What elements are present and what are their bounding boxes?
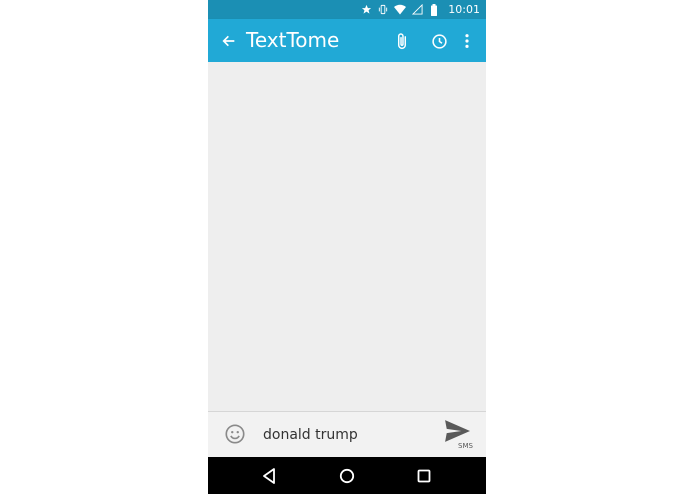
back-button[interactable] bbox=[218, 30, 240, 52]
arrow-left-icon bbox=[222, 35, 235, 47]
send-icon bbox=[445, 420, 470, 442]
recents-square-icon bbox=[417, 469, 431, 483]
paperclip-icon bbox=[397, 33, 407, 50]
nav-back-button[interactable] bbox=[258, 465, 280, 487]
message-thread-area bbox=[208, 62, 486, 412]
star-icon bbox=[360, 4, 372, 16]
status-icons: 10:01 bbox=[360, 0, 480, 19]
compose-bar: SMS bbox=[208, 411, 486, 458]
app-bar: TextTome bbox=[208, 19, 486, 62]
more-vert-icon bbox=[465, 34, 469, 48]
message-input[interactable] bbox=[263, 424, 433, 446]
phone-screen: 10:01 TextTome SMS bbox=[208, 0, 486, 494]
emoji-button[interactable] bbox=[224, 423, 246, 445]
back-triangle-icon bbox=[263, 468, 275, 484]
signal-icon bbox=[411, 4, 423, 16]
smiley-icon bbox=[225, 424, 245, 444]
home-circle-icon bbox=[339, 468, 355, 484]
overflow-menu-button[interactable] bbox=[456, 30, 478, 52]
status-time: 10:01 bbox=[448, 3, 480, 16]
navigation-bar bbox=[208, 457, 486, 494]
battery-icon bbox=[428, 3, 440, 16]
nav-recents-button[interactable] bbox=[413, 465, 435, 487]
status-bar: 10:01 bbox=[208, 0, 486, 19]
vibrate-icon bbox=[377, 4, 389, 16]
attach-button[interactable] bbox=[391, 30, 413, 52]
send-sms-label: SMS bbox=[458, 442, 473, 450]
nav-home-button[interactable] bbox=[336, 465, 358, 487]
app-title: TextTome bbox=[246, 28, 340, 52]
clock-icon bbox=[431, 33, 447, 49]
schedule-button[interactable] bbox=[428, 30, 450, 52]
wifi-icon bbox=[394, 4, 407, 16]
